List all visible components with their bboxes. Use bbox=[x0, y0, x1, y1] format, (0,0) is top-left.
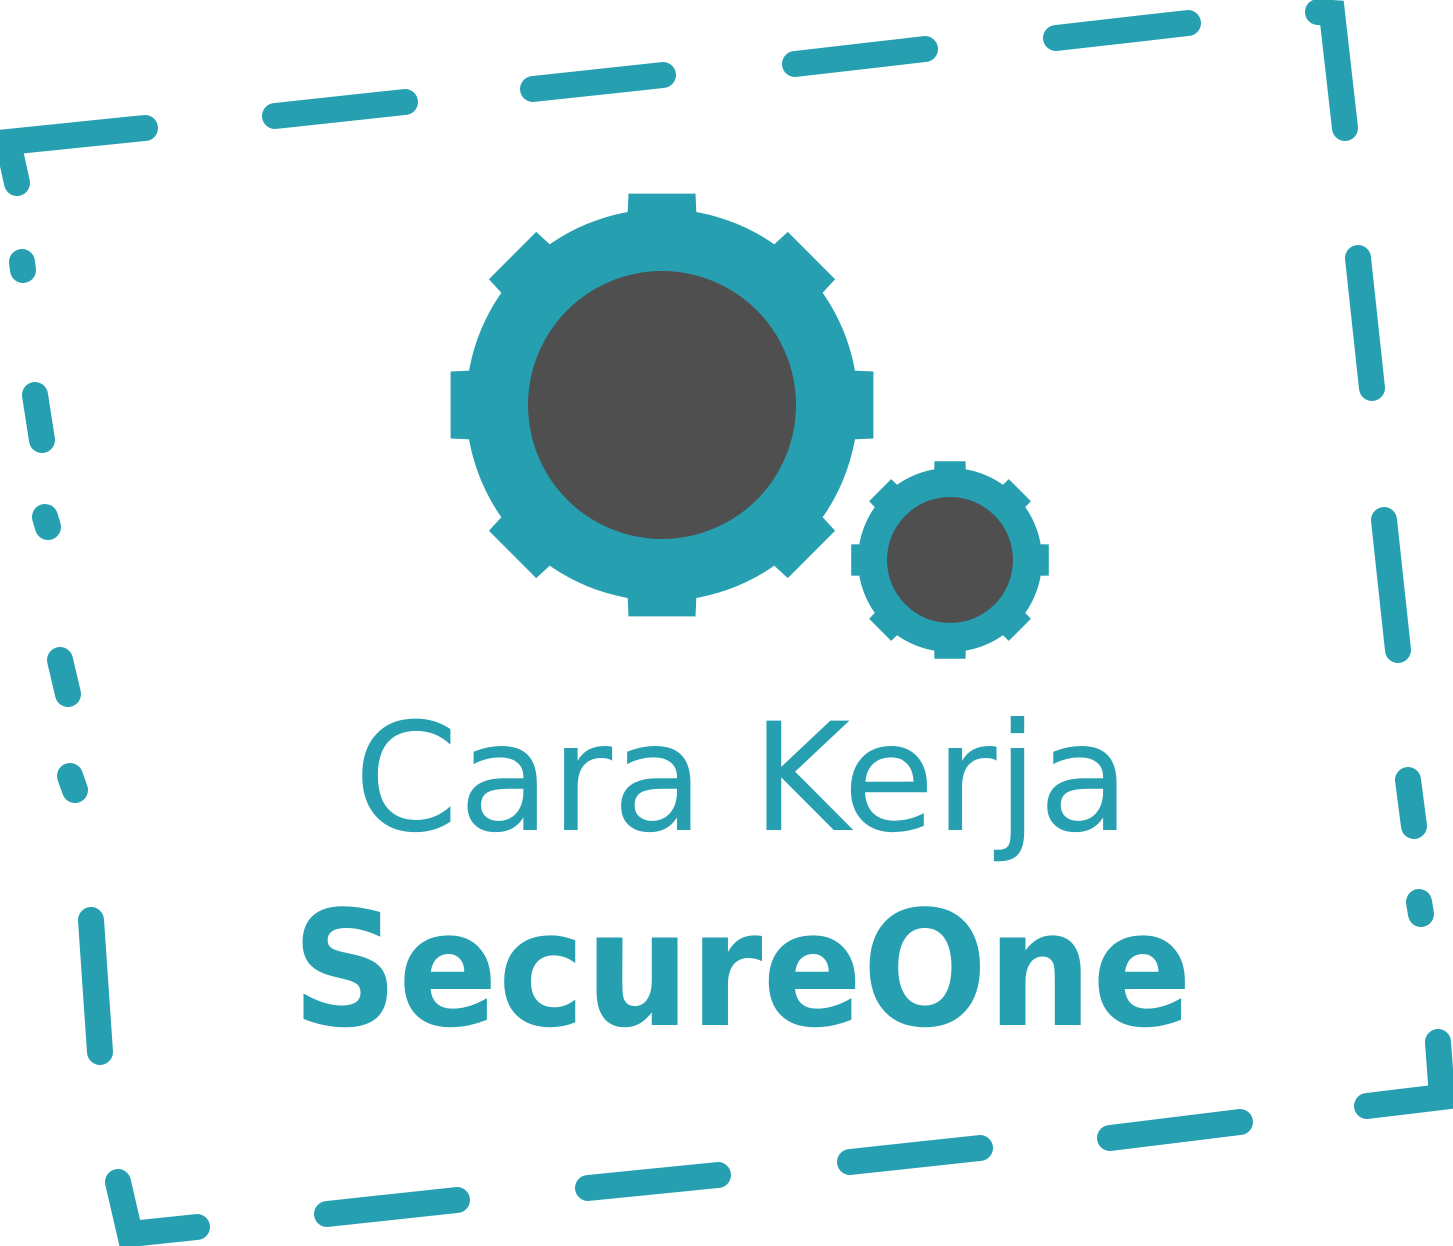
frame-dash bbox=[1371, 507, 1411, 663]
gear-tooth bbox=[627, 193, 697, 217]
gear-hub bbox=[528, 271, 796, 539]
gear-hub bbox=[887, 497, 1013, 623]
gear-tooth bbox=[850, 370, 874, 440]
gear-tooth bbox=[627, 593, 697, 617]
frame-dash bbox=[78, 907, 113, 1065]
title-line-2: SecureOne bbox=[292, 876, 1192, 1063]
title-line-1: Cara Kerja bbox=[354, 692, 1130, 866]
gear-tooth bbox=[450, 370, 474, 440]
frame-corner-top-left bbox=[0, 115, 158, 196]
small-gear-icon bbox=[851, 461, 1049, 659]
frame-dash bbox=[9, 249, 36, 283]
large-gear-icon bbox=[450, 193, 874, 617]
frame-corner-bottom-right bbox=[1354, 1029, 1453, 1119]
frame-dash bbox=[1345, 245, 1385, 401]
frame-dash bbox=[47, 647, 81, 707]
frame-dash bbox=[1097, 1109, 1253, 1151]
frame-dash bbox=[575, 1162, 731, 1201]
frame-corner-bottom-left bbox=[105, 1169, 210, 1246]
frame-dash bbox=[57, 763, 88, 803]
frame-dash bbox=[1406, 889, 1434, 927]
frame-dash bbox=[837, 1135, 993, 1175]
gear-tooth bbox=[934, 461, 966, 474]
frame-dash bbox=[22, 382, 55, 453]
frame-corner-top-right bbox=[1305, 0, 1358, 141]
cara-kerja-logo: Cara Kerja SecureOne bbox=[0, 0, 1453, 1246]
frame-dash bbox=[32, 504, 61, 540]
frame-dash bbox=[262, 89, 418, 129]
gear-tooth bbox=[851, 544, 864, 576]
gear-tooth bbox=[1036, 544, 1049, 576]
frame-dash bbox=[1395, 767, 1427, 839]
frame-dash bbox=[782, 36, 938, 77]
frame-dash bbox=[1043, 10, 1201, 51]
frame-dash bbox=[520, 62, 676, 102]
gear-tooth bbox=[934, 646, 966, 659]
frame-dash bbox=[314, 1187, 470, 1227]
